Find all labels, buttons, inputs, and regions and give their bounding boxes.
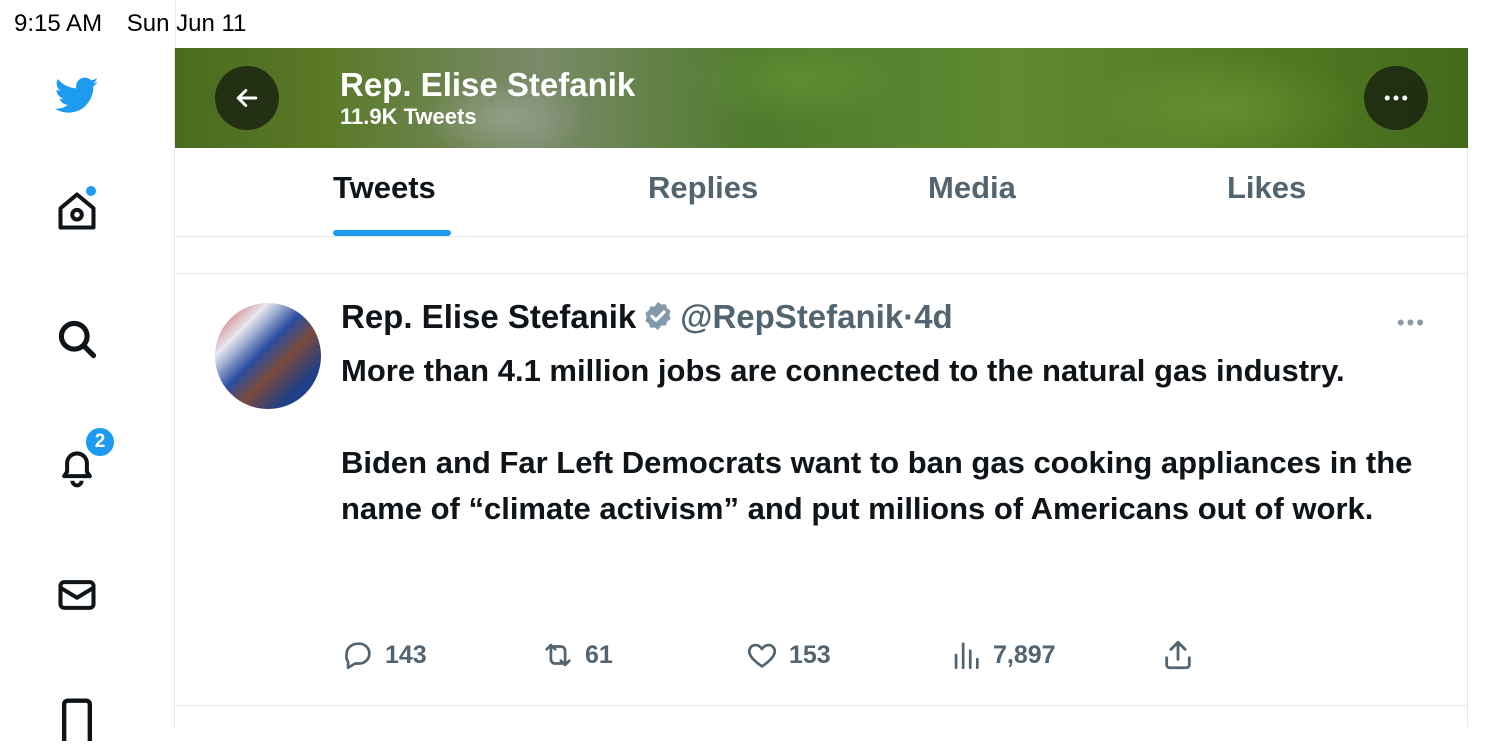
more-options-button[interactable] <box>1364 66 1428 130</box>
heart-icon <box>747 643 777 668</box>
retweet-icon <box>545 643 571 667</box>
reply-count: 143 <box>385 640 427 669</box>
profile-header-banner: Rep. Elise Stefanik 11.9K Tweets <box>175 48 1468 148</box>
retweet-button[interactable]: 61 <box>541 638 613 672</box>
profile-tabs: Tweets Replies Media Likes <box>175 148 1468 237</box>
back-button[interactable] <box>215 66 279 130</box>
share-button[interactable] <box>1161 638 1205 672</box>
notifications-badge: 2 <box>84 426 116 458</box>
bookmarks-icon[interactable] <box>52 694 102 744</box>
home-icon[interactable] <box>52 184 102 236</box>
tab-media[interactable]: Media <box>928 170 1016 206</box>
reply-button[interactable]: 143 <box>341 638 427 672</box>
profile-timeline: Rep. Elise Stefanik 11.9K Tweets Tweets … <box>174 0 1468 727</box>
tab-likes[interactable]: Likes <box>1227 170 1306 206</box>
tab-tweets[interactable]: Tweets <box>333 170 436 206</box>
arrow-left-icon <box>236 89 258 107</box>
tweet-author-handle[interactable]: @RepStefanik <box>680 298 903 335</box>
tweet-header: Rep. Elise Stefanik @RepStefanik·4d <box>341 298 953 336</box>
tweet-separator: · <box>903 298 915 335</box>
share-upload-icon <box>1165 640 1191 670</box>
notifications-bell-icon[interactable]: 2 <box>52 426 116 492</box>
views-button[interactable]: 7,897 <box>949 638 1056 672</box>
tweet-author-name[interactable]: Rep. Elise Stefanik <box>341 298 636 335</box>
profile-name-title: Rep. Elise Stefanik <box>340 66 636 103</box>
tweet-count: 11.9K Tweets <box>340 104 477 129</box>
active-tab-indicator <box>333 230 451 236</box>
messages-envelope-icon[interactable] <box>52 570 102 620</box>
more-dots-icon <box>1384 95 1408 101</box>
tweet-actions: 143 61 153 7,897 <box>341 638 1441 678</box>
home-notification-dot <box>84 184 98 198</box>
tweet[interactable]: Rep. Elise Stefanik @RepStefanik·4d ••• M… <box>175 274 1468 706</box>
verified-badge-icon <box>645 302 671 330</box>
tweet-text: More than 4.1 million jobs are connected… <box>341 348 1431 532</box>
search-icon[interactable] <box>52 314 102 364</box>
tweet-paragraph: Biden and Far Left Democrats want to ban… <box>341 445 1413 526</box>
sidebar: 2 <box>0 48 174 741</box>
like-button[interactable]: 153 <box>745 638 831 672</box>
tweet-paragraph: More than 4.1 million jobs are connected… <box>341 353 1345 388</box>
avatar[interactable] <box>215 303 321 409</box>
views-count: 7,897 <box>993 640 1056 669</box>
tweet-timestamp[interactable]: 4d <box>914 298 953 335</box>
status-bar: 9:15 AM Sun Jun 11 <box>14 10 264 38</box>
like-count: 153 <box>789 640 831 669</box>
status-date: Sun Jun 11 <box>126 10 247 37</box>
retweet-count: 61 <box>585 640 613 669</box>
tweet-more-button[interactable]: ••• <box>1397 310 1426 336</box>
analytics-bars-icon <box>954 642 979 670</box>
status-time: 9:15 AM <box>14 10 103 37</box>
twitter-logo-icon[interactable] <box>52 70 102 120</box>
tab-replies[interactable]: Replies <box>648 170 758 206</box>
reply-bubble-icon <box>344 642 371 670</box>
